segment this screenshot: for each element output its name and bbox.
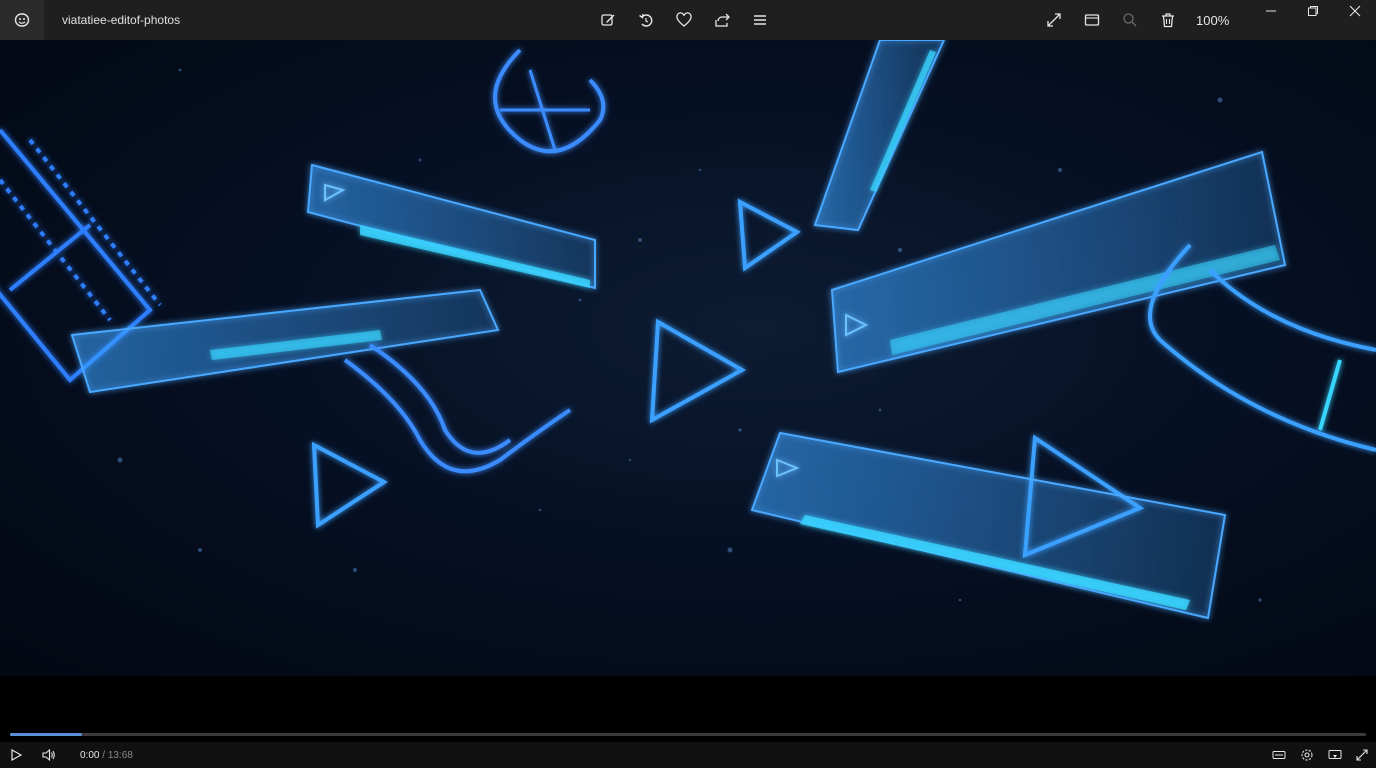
cast-icon xyxy=(1328,750,1342,759)
time-display: 0:00 / 13:68 xyxy=(80,750,133,761)
captions-icon xyxy=(1272,751,1286,759)
player-controls-right xyxy=(1272,742,1368,768)
current-time: 0:00 xyxy=(80,749,100,761)
cast-button[interactable] xyxy=(1328,742,1342,768)
play-icon xyxy=(11,749,22,761)
player-controls: 0:00 / 13:68 xyxy=(0,742,1376,768)
bar-bottom-right xyxy=(750,431,1227,620)
close-icon xyxy=(1349,5,1361,17)
heart-icon xyxy=(676,12,692,27)
restore-icon xyxy=(1308,6,1318,16)
total-time: 13:68 xyxy=(107,749,133,761)
slideshow-button[interactable] xyxy=(1080,8,1104,32)
edit-icon xyxy=(601,14,615,26)
volume-button[interactable] xyxy=(32,742,66,768)
settings-icon xyxy=(1301,749,1313,761)
menu-icon xyxy=(754,15,766,25)
fullscreen-icon xyxy=(1356,749,1368,761)
bar-right-top xyxy=(830,150,1287,374)
zoom-level[interactable]: 100% xyxy=(1196,13,1229,28)
minimize-button[interactable] xyxy=(1250,0,1292,22)
bar-top-vertical xyxy=(813,40,946,232)
edit-button[interactable] xyxy=(596,8,620,32)
captions-button[interactable] xyxy=(1272,742,1286,768)
app-icon xyxy=(14,13,30,27)
center-toolbar xyxy=(596,0,772,40)
filmstrip-middle xyxy=(343,343,572,474)
right-toolbar: 100% xyxy=(1042,0,1229,40)
minimize-icon xyxy=(1266,10,1276,12)
settings-button[interactable] xyxy=(1300,742,1314,768)
bar-middle-left xyxy=(70,288,500,394)
title-bar: viatatiee-editof-photos 100% xyxy=(0,0,1376,40)
app-icon-button[interactable] xyxy=(0,0,44,40)
time-separator: / xyxy=(99,749,108,761)
volume-icon xyxy=(42,749,55,761)
letterbox-band xyxy=(0,676,1376,732)
filmstrip-top xyxy=(493,48,606,154)
share-button[interactable] xyxy=(710,8,734,32)
window-controls xyxy=(1250,0,1376,40)
play-button[interactable] xyxy=(0,742,32,768)
bar-top-left xyxy=(306,163,596,290)
seek-bar-fill xyxy=(10,733,82,736)
video-artwork xyxy=(0,40,1376,620)
video-frame[interactable] xyxy=(0,40,1376,676)
close-button[interactable] xyxy=(1334,0,1376,22)
trash-icon xyxy=(1162,13,1174,28)
slideshow-icon xyxy=(1084,14,1100,26)
expand-button[interactable] xyxy=(1042,8,1066,32)
expand-icon xyxy=(1047,13,1061,27)
rotate-icon xyxy=(639,13,653,27)
fullscreen-button[interactable] xyxy=(1356,742,1368,768)
search-icon xyxy=(1123,13,1137,27)
rotate-button[interactable] xyxy=(634,8,658,32)
more-menu-button[interactable] xyxy=(748,8,772,32)
search-button[interactable] xyxy=(1118,8,1142,32)
window-title: viatatiee-editof-photos xyxy=(62,13,181,27)
delete-button[interactable] xyxy=(1156,8,1180,32)
favorite-button[interactable] xyxy=(672,8,696,32)
restore-button[interactable] xyxy=(1292,0,1334,22)
seek-bar[interactable] xyxy=(10,733,1366,736)
share-icon xyxy=(715,13,730,27)
